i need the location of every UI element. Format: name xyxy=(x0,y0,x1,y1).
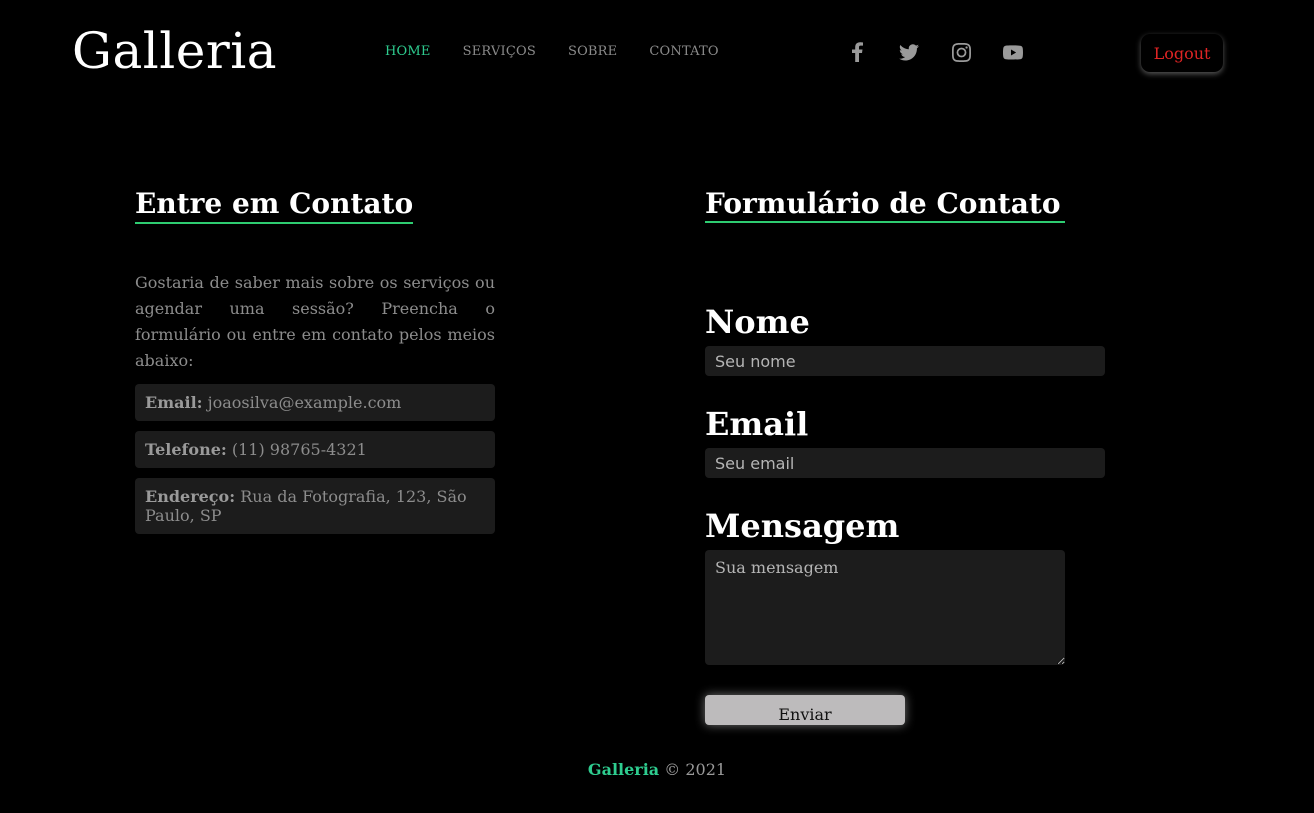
nav-item-contato[interactable]: CONTATO xyxy=(649,44,718,59)
contact-info-section: Entre em Contato Gostaria de saber mais … xyxy=(135,186,495,534)
email-info-label: Email: xyxy=(145,393,203,412)
youtube-icon[interactable] xyxy=(999,38,1027,66)
contact-form-title: Formulário de Contato xyxy=(705,186,1065,223)
name-label: Nome xyxy=(705,303,810,341)
main-nav: HOME SERVIÇOS SOBRE CONTATO xyxy=(385,44,751,59)
footer-copyright: © 2021 xyxy=(664,760,727,779)
logout-button[interactable]: Logout xyxy=(1141,34,1223,72)
phone-info-label: Telefone: xyxy=(145,440,227,459)
contact-form-section: Formulário de Contato Nome Email Mensage… xyxy=(705,186,1105,725)
contact-info-title: Entre em Contato xyxy=(135,186,414,224)
submit-button[interactable]: Enviar xyxy=(705,695,905,725)
twitter-icon[interactable] xyxy=(895,38,923,66)
social-links xyxy=(843,38,1027,66)
site-header: Galleria HOME SERVIÇOS SOBRE CONTATO Log… xyxy=(0,0,1314,110)
phone-info-box: Telefone: (11) 98765-4321 xyxy=(135,431,495,468)
nav-item-servicos[interactable]: SERVIÇOS xyxy=(463,44,536,59)
email-input[interactable] xyxy=(705,448,1105,478)
nav-item-home[interactable]: HOME xyxy=(385,44,431,59)
message-label: Mensagem xyxy=(705,507,900,545)
email-info-value: joaosilva@example.com xyxy=(207,393,402,412)
address-info-label: Endereço: xyxy=(145,487,236,506)
contact-intro-text: Gostaria de saber mais sobre os serviços… xyxy=(135,273,495,370)
address-info-box: Endereço: Rua da Fotografia, 123, São Pa… xyxy=(135,478,495,534)
message-textarea[interactable] xyxy=(705,550,1065,665)
footer-brand: Galleria xyxy=(587,760,660,779)
email-label: Email xyxy=(705,405,809,443)
phone-info-value: (11) 98765-4321 xyxy=(231,440,367,459)
name-input[interactable] xyxy=(705,346,1105,376)
facebook-icon[interactable] xyxy=(843,38,871,66)
site-logo[interactable]: Galleria xyxy=(72,22,277,80)
nav-item-sobre[interactable]: SOBRE xyxy=(568,44,617,59)
email-info-box: Email: joaosilva@example.com xyxy=(135,384,495,421)
site-footer: Galleria © 2021 xyxy=(0,760,1314,779)
instagram-icon[interactable] xyxy=(947,38,975,66)
